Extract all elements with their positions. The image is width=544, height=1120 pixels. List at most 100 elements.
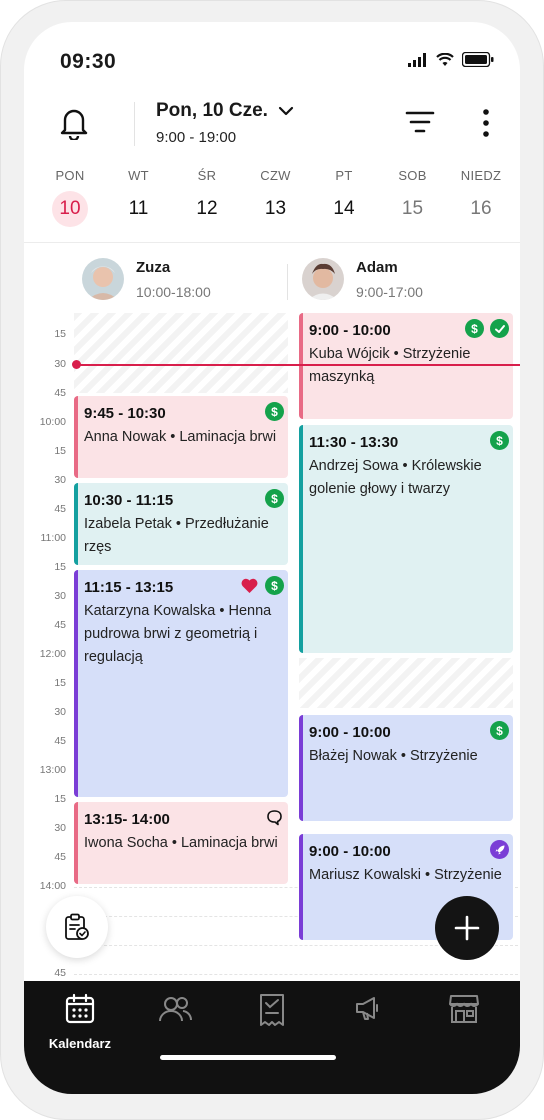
- nav-label: Kalendarz: [48, 1036, 112, 1051]
- appointment-time: 9:00 - 10:00: [309, 843, 391, 860]
- time-label: 45: [54, 851, 66, 863]
- grid-line: [74, 974, 518, 975]
- appointment-card[interactable]: 9:45 - 10:30 Anna Nowak • Laminacja brwi…: [74, 396, 288, 478]
- checklist-button[interactable]: [46, 896, 108, 958]
- day-sun[interactable]: NIEDZ 16: [447, 168, 515, 227]
- appointment-time: 9:00 - 10:00: [309, 724, 391, 741]
- nav-receipts[interactable]: [232, 993, 312, 1032]
- staff-zuza[interactable]: Zuza 10:00-18:00: [82, 258, 211, 300]
- app-screen: 09:30 Pon, 10 Cze. 9:00 - 19:00 PON 10 W…: [24, 22, 520, 1094]
- day-fri[interactable]: PT 14: [310, 168, 378, 227]
- week-divider: [24, 242, 520, 243]
- paid-dollar-icon: $: [265, 576, 284, 595]
- day-number: 13: [264, 198, 287, 219]
- filter-icon[interactable]: [405, 110, 435, 134]
- plus-icon: [454, 915, 480, 941]
- working-hours: 9:00 - 19:00: [156, 129, 237, 146]
- nav-store[interactable]: [424, 993, 504, 1030]
- appointment-description: Kuba Wójcik • Strzyżenie maszynką: [309, 346, 471, 385]
- rocket-icon: [490, 840, 509, 859]
- appointment-card[interactable]: 9:00 - 10:00 Błażej Nowak • Strzyżenie $: [299, 715, 513, 821]
- appointment-description: Iwona Socha • Laminacja brwi: [84, 835, 278, 851]
- time-label: 15: [54, 677, 66, 689]
- day-number: 16: [470, 198, 492, 219]
- bottom-navigation: Kalendarz: [24, 981, 520, 1094]
- day-number: 15: [401, 198, 424, 219]
- clipboard-check-icon: [65, 913, 89, 940]
- day-number: 12: [196, 198, 218, 219]
- battery-icon: [462, 52, 494, 67]
- appointment-time: 13:15- 14:00: [84, 811, 170, 828]
- staff-divider: [287, 264, 288, 300]
- time-label: 45: [54, 967, 66, 979]
- day-name: SOB: [398, 168, 427, 183]
- nav-marketing[interactable]: [328, 993, 408, 1028]
- appointment-time: 10:30 - 11:15: [84, 492, 174, 509]
- megaphone-icon: [356, 997, 378, 1020]
- clients-icon: [159, 997, 193, 1022]
- current-time-dot: [72, 360, 81, 369]
- time-label: 15: [54, 445, 66, 457]
- heart-icon: [241, 578, 258, 593]
- notifications-bell-icon[interactable]: [60, 106, 88, 140]
- time-label: 30: [54, 590, 66, 602]
- time-label: 45: [54, 619, 66, 631]
- appointment-card[interactable]: 11:15 - 13:15 Katarzyna Kowalska • Henna…: [74, 570, 288, 797]
- appointment-card[interactable]: 13:15- 14:00 Iwona Socha • Laminacja brw…: [74, 802, 288, 884]
- day-sat[interactable]: SOB 15: [379, 168, 447, 227]
- time-label: 13:00: [39, 764, 66, 776]
- day-mon[interactable]: PON 10: [36, 168, 104, 227]
- avatar: [82, 258, 124, 300]
- paid-dollar-icon: $: [265, 489, 284, 508]
- staff-adam[interactable]: Adam 9:00-17:00: [302, 258, 423, 300]
- appointment-card[interactable]: 11:30 - 13:30 Andrzej Sowa • Królewskie …: [299, 425, 513, 653]
- day-thu[interactable]: CZW 13: [242, 168, 310, 227]
- day-name: ŚR: [197, 168, 217, 183]
- day-name: PON: [55, 168, 85, 183]
- appointment-card[interactable]: 9:00 - 10:00 Kuba Wójcik • Strzyżenie ma…: [299, 313, 513, 419]
- day-tue[interactable]: WT 11: [105, 168, 173, 227]
- day-number: 10: [52, 191, 88, 227]
- time-label: 30: [54, 706, 66, 718]
- time-label: 45: [54, 503, 66, 515]
- appointment-time: 11:30 - 13:30: [309, 434, 399, 451]
- confirmed-check-icon: [490, 319, 509, 338]
- calendar-icon: [65, 993, 95, 1024]
- avatar: [302, 258, 344, 300]
- time-label: 30: [54, 822, 66, 834]
- comment-icon: [267, 810, 282, 826]
- unavailable-slot: [74, 313, 288, 393]
- day-wed[interactable]: ŚR 12: [173, 168, 241, 227]
- appointment-description: Anna Nowak • Laminacja brwi: [84, 429, 277, 445]
- nav-calendar[interactable]: Kalendarz: [40, 993, 120, 1051]
- week-strip: PON 10 WT 11 ŚR 12 CZW 13 PT 14 SOB 15 N…: [36, 168, 508, 228]
- status-time: 09:30: [60, 50, 117, 73]
- time-label: 12:00: [39, 648, 66, 660]
- nav-clients[interactable]: [135, 993, 215, 1030]
- header-divider: [134, 102, 135, 146]
- more-options-icon[interactable]: [482, 108, 490, 138]
- staff-name: Zuza: [136, 258, 171, 276]
- time-label: 15: [54, 328, 66, 340]
- paid-dollar-icon: $: [490, 431, 509, 450]
- add-appointment-button[interactable]: [435, 896, 499, 960]
- day-number: 11: [128, 198, 149, 219]
- store-icon: [449, 995, 479, 1023]
- time-label: 30: [54, 474, 66, 486]
- date-selector[interactable]: Pon, 10 Cze.: [156, 100, 294, 122]
- status-icons: [408, 52, 494, 67]
- appointment-description: Mariusz Kowalski • Strzyżenie: [309, 867, 502, 883]
- appointment-time: 9:45 - 10:30: [84, 405, 166, 422]
- day-name: CZW: [260, 168, 291, 183]
- day-number: 14: [333, 198, 355, 219]
- paid-dollar-icon: $: [490, 721, 509, 740]
- appointment-card[interactable]: 10:30 - 11:15 Izabela Petak • Przedłużan…: [74, 483, 288, 565]
- time-label: 15: [54, 793, 66, 805]
- day-name: NIEDZ: [460, 168, 502, 183]
- appointment-description: Izabela Petak • Przedłużanie rzęs: [84, 516, 269, 555]
- unavailable-slot: [299, 658, 513, 708]
- wifi-icon: [436, 52, 454, 66]
- appointment-description: Błażej Nowak • Strzyżenie: [309, 748, 478, 764]
- time-label: 30: [54, 358, 66, 370]
- receipt-icon: [260, 994, 284, 1026]
